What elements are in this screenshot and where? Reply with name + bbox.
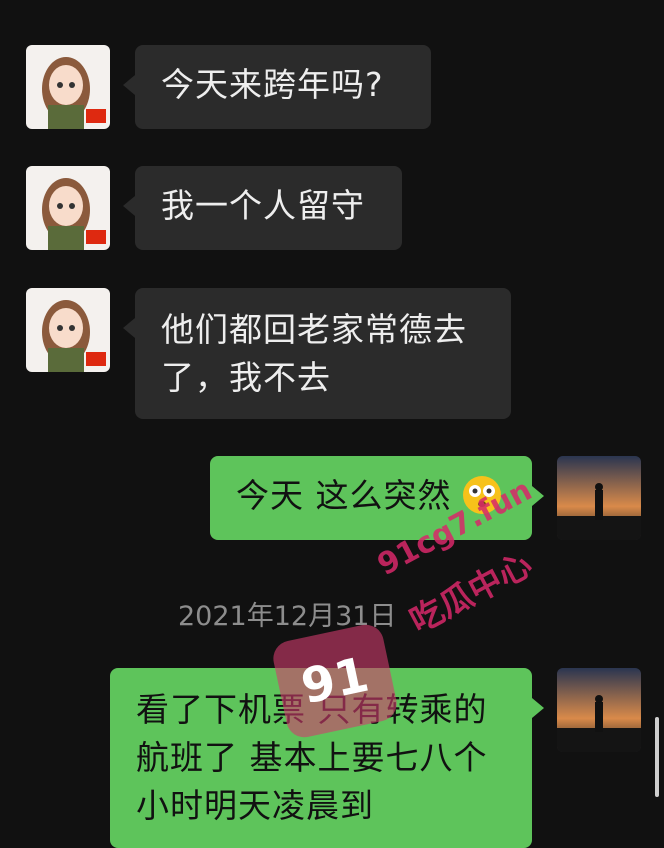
girl-avatar-icon xyxy=(42,300,106,372)
girl-avatar-icon xyxy=(42,178,106,250)
message-text-line: 小时明天凌晨到 xyxy=(136,786,374,825)
message-text-line: 航班了 基本上要七八个 xyxy=(136,738,488,777)
girl-avatar-icon xyxy=(42,57,106,129)
incoming-message-bubble[interactable]: 我一个人留守 xyxy=(123,166,402,250)
faded-header-text: · · · xyxy=(250,0,291,12)
contact-avatar[interactable] xyxy=(26,288,110,372)
contact-avatar[interactable] xyxy=(26,166,110,250)
incoming-message-bubble[interactable]: 今天来跨年吗? xyxy=(123,45,431,129)
sunset-silhouette-icon xyxy=(557,668,641,752)
contact-avatar[interactable] xyxy=(26,45,110,129)
message-text-line: 他们都回老家常德去 xyxy=(161,310,467,349)
sunset-silhouette-icon xyxy=(557,456,641,540)
incoming-message-bubble[interactable]: 他们都回老家常德去 了，我不去 xyxy=(123,288,511,419)
message-text: 今天 这么突然 xyxy=(236,476,452,515)
my-avatar[interactable] xyxy=(557,668,641,752)
message-text: 今天来跨年吗? xyxy=(161,65,384,104)
message-text: 我一个人留守 xyxy=(161,186,365,225)
my-avatar[interactable] xyxy=(557,456,641,540)
message-text-line: 了，我不去 xyxy=(161,358,331,397)
scrollbar[interactable] xyxy=(655,717,659,797)
